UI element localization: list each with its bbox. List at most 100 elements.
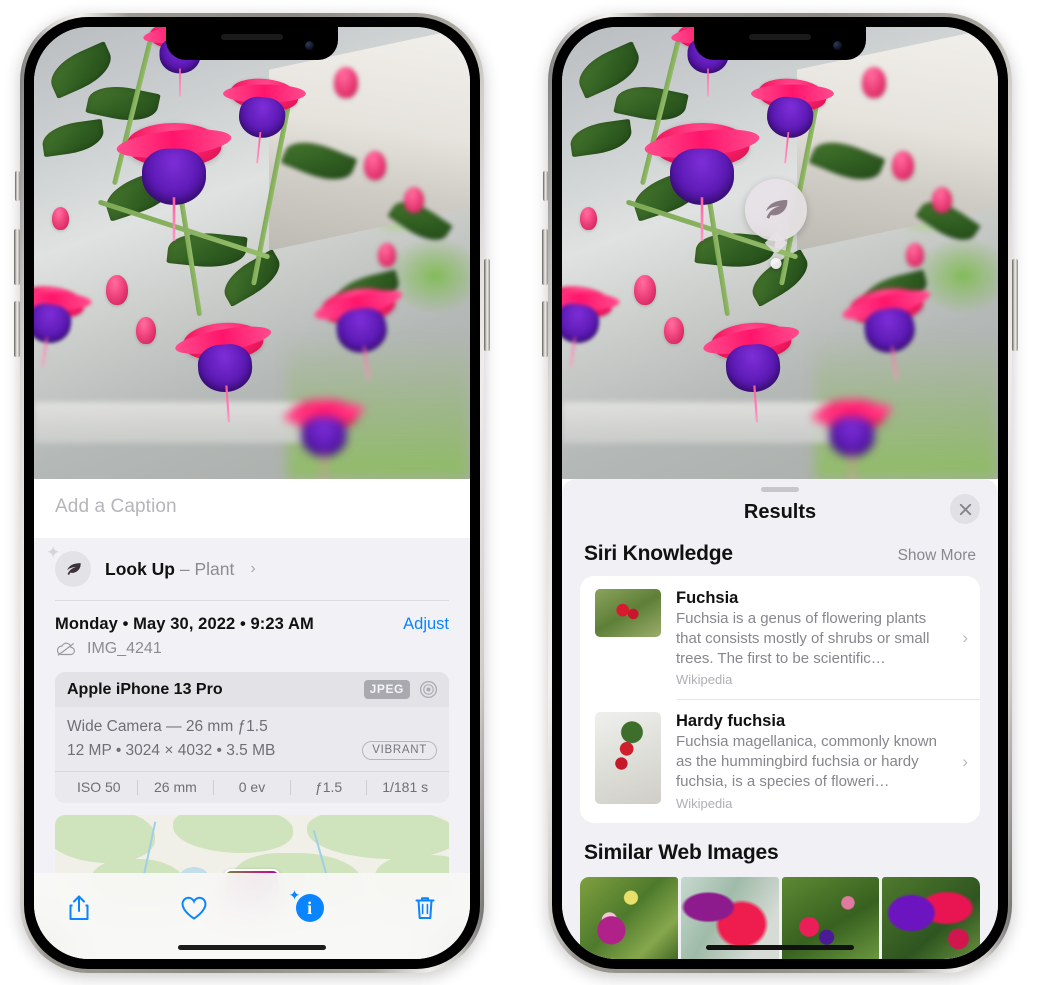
leaf-glyph xyxy=(66,562,81,575)
map-green-area xyxy=(307,815,449,860)
exif-row: ISO 50 26 mm 0 ev ƒ1.5 1/181 s xyxy=(55,771,449,803)
knowledge-thumbnail xyxy=(595,589,661,637)
caption-input[interactable]: Add a Caption xyxy=(34,479,470,538)
sparkle-icon: ✦ xyxy=(288,887,301,903)
sparkle-icon: ✦ xyxy=(46,543,61,562)
close-button[interactable] xyxy=(950,494,980,524)
earpiece-speaker xyxy=(749,34,811,40)
look-up-label: Look Up – Plant xyxy=(105,559,234,580)
siri-knowledge-card: Fuchsia Fuchsia is a genus of flowering … xyxy=(580,576,980,823)
info-button[interactable]: ✦ i xyxy=(288,887,329,927)
format-badge: JPEG xyxy=(363,680,410,699)
flower-bud xyxy=(932,187,952,213)
file-name: IMG_4241 xyxy=(87,640,162,657)
flower-bud xyxy=(404,187,424,213)
siri-knowledge-header: Siri Knowledge Show More xyxy=(562,538,998,576)
sheet-title: Results xyxy=(743,501,817,523)
flower-bud xyxy=(892,151,914,180)
delete-button[interactable] xyxy=(406,889,444,927)
section-title-similar-web-images: Similar Web Images xyxy=(584,840,779,864)
look-up-title: Look Up xyxy=(105,558,175,579)
photo-date: Monday • May 30, 2022 • 9:23 AM xyxy=(55,615,314,633)
notch xyxy=(166,27,338,60)
knowledge-text: Hardy fuchsia Fuchsia magellanica, commo… xyxy=(676,712,941,810)
flower-bud xyxy=(106,275,128,305)
volume-down-button[interactable] xyxy=(14,301,20,357)
power-button[interactable] xyxy=(484,259,490,351)
knowledge-description: Fuchsia magellanica, commonly known as t… xyxy=(676,733,937,790)
share-icon xyxy=(69,895,89,920)
knowledge-item[interactable]: Fuchsia Fuchsia is a genus of flowering … xyxy=(580,576,980,699)
volume-down-button[interactable] xyxy=(542,301,548,357)
knowledge-thumbnail xyxy=(595,712,661,805)
close-icon xyxy=(959,503,971,515)
fuchsia-photo[interactable] xyxy=(562,27,998,479)
leaf-shape xyxy=(568,118,634,158)
flower-bud xyxy=(378,243,396,267)
results-sheet: Results Siri Knowledge Show More Fuchsia… xyxy=(562,479,998,959)
notch xyxy=(694,27,866,60)
camera-info-card[interactable]: Apple iPhone 13 Pro JPEG Wide Camera — 2… xyxy=(55,672,449,804)
flower-bud xyxy=(862,67,886,98)
exif-iso: ISO 50 xyxy=(77,779,121,796)
knowledge-title: Hardy fuchsia xyxy=(676,712,786,731)
flower-bud xyxy=(364,151,386,180)
hdr-aperture-icon xyxy=(419,680,438,699)
adjust-button[interactable]: Adjust xyxy=(403,615,449,634)
show-more-button[interactable]: Show More xyxy=(898,547,976,565)
chevron-right-icon: › xyxy=(962,628,968,648)
flower-bud xyxy=(906,243,924,267)
mute-switch[interactable] xyxy=(15,171,20,201)
photographic-style-badge: VIBRANT xyxy=(362,740,437,760)
camera-device-name: Apple iPhone 13 Pro xyxy=(67,680,223,698)
leaf-icon: ✦ xyxy=(46,544,91,587)
right-phone-bezel: Results Siri Knowledge Show More Fuchsia… xyxy=(552,17,1008,969)
favorite-button[interactable] xyxy=(175,889,213,927)
volume-up-button[interactable] xyxy=(542,229,548,285)
look-up-subject: Plant xyxy=(194,558,235,579)
volume-up-button[interactable] xyxy=(14,229,20,285)
home-indicator[interactable] xyxy=(178,945,326,950)
web-image-1[interactable] xyxy=(580,876,678,959)
knowledge-source: Wikipedia xyxy=(676,672,733,688)
camera-badges: JPEG xyxy=(363,680,438,699)
caption-placeholder: Add a Caption xyxy=(55,496,177,517)
camera-card-header: Apple iPhone 13 Pro JPEG xyxy=(55,672,449,707)
power-button[interactable] xyxy=(1012,259,1018,351)
knowledge-source: Wikipedia xyxy=(676,795,733,811)
section-title-siri-knowledge: Siri Knowledge xyxy=(584,542,733,565)
rail-blur xyxy=(34,402,305,443)
camera-card-body: Wide Camera — 26 mm ƒ1.5 12 MP • 3024 × … xyxy=(55,707,449,771)
web-image-4[interactable] xyxy=(882,876,980,959)
front-camera-icon xyxy=(833,41,842,50)
similar-web-images-header: Similar Web Images xyxy=(562,823,998,875)
right-phone-screen: Results Siri Knowledge Show More Fuchsia… xyxy=(562,27,998,959)
flower-bud xyxy=(634,275,656,305)
exif-exposure: 0 ev xyxy=(238,779,266,796)
knowledge-text: Fuchsia Fuchsia is a genus of flowering … xyxy=(676,589,941,687)
chevron-right-icon: › xyxy=(962,751,968,771)
trash-icon xyxy=(415,897,435,919)
visual-look-up-pin[interactable] xyxy=(745,179,807,241)
rail-blur xyxy=(562,402,833,443)
share-button[interactable] xyxy=(60,889,98,927)
earpiece-speaker xyxy=(221,34,283,40)
info-glyph: i xyxy=(307,897,313,918)
flower-bud xyxy=(52,207,69,230)
left-phone-screen: Add a Caption ✦ Look Up – Plant › Monday… xyxy=(34,27,470,959)
front-camera-icon xyxy=(305,41,314,50)
look-up-row[interactable]: ✦ Look Up – Plant › xyxy=(34,538,470,601)
fuchsia-photo[interactable] xyxy=(34,27,470,479)
mute-switch[interactable] xyxy=(543,171,548,201)
file-row: IMG_4241 xyxy=(34,636,470,672)
leaf-shape xyxy=(40,118,106,158)
home-indicator[interactable] xyxy=(706,945,854,950)
flower-bud xyxy=(664,317,684,344)
size-line: 12 MP • 3024 × 4032 • 3.5 MB xyxy=(67,741,276,759)
chevron-right-icon: › xyxy=(250,560,256,577)
exif-focal: 26 mm xyxy=(153,779,197,796)
knowledge-item[interactable]: Hardy fuchsia Fuchsia magellanica, commo… xyxy=(580,699,980,822)
left-phone-bezel: Add a Caption ✦ Look Up – Plant › Monday… xyxy=(24,17,480,969)
knowledge-description: Fuchsia is a genus of flowering plants t… xyxy=(676,610,930,667)
date-row: Monday • May 30, 2022 • 9:23 AM Adjust xyxy=(34,601,470,636)
